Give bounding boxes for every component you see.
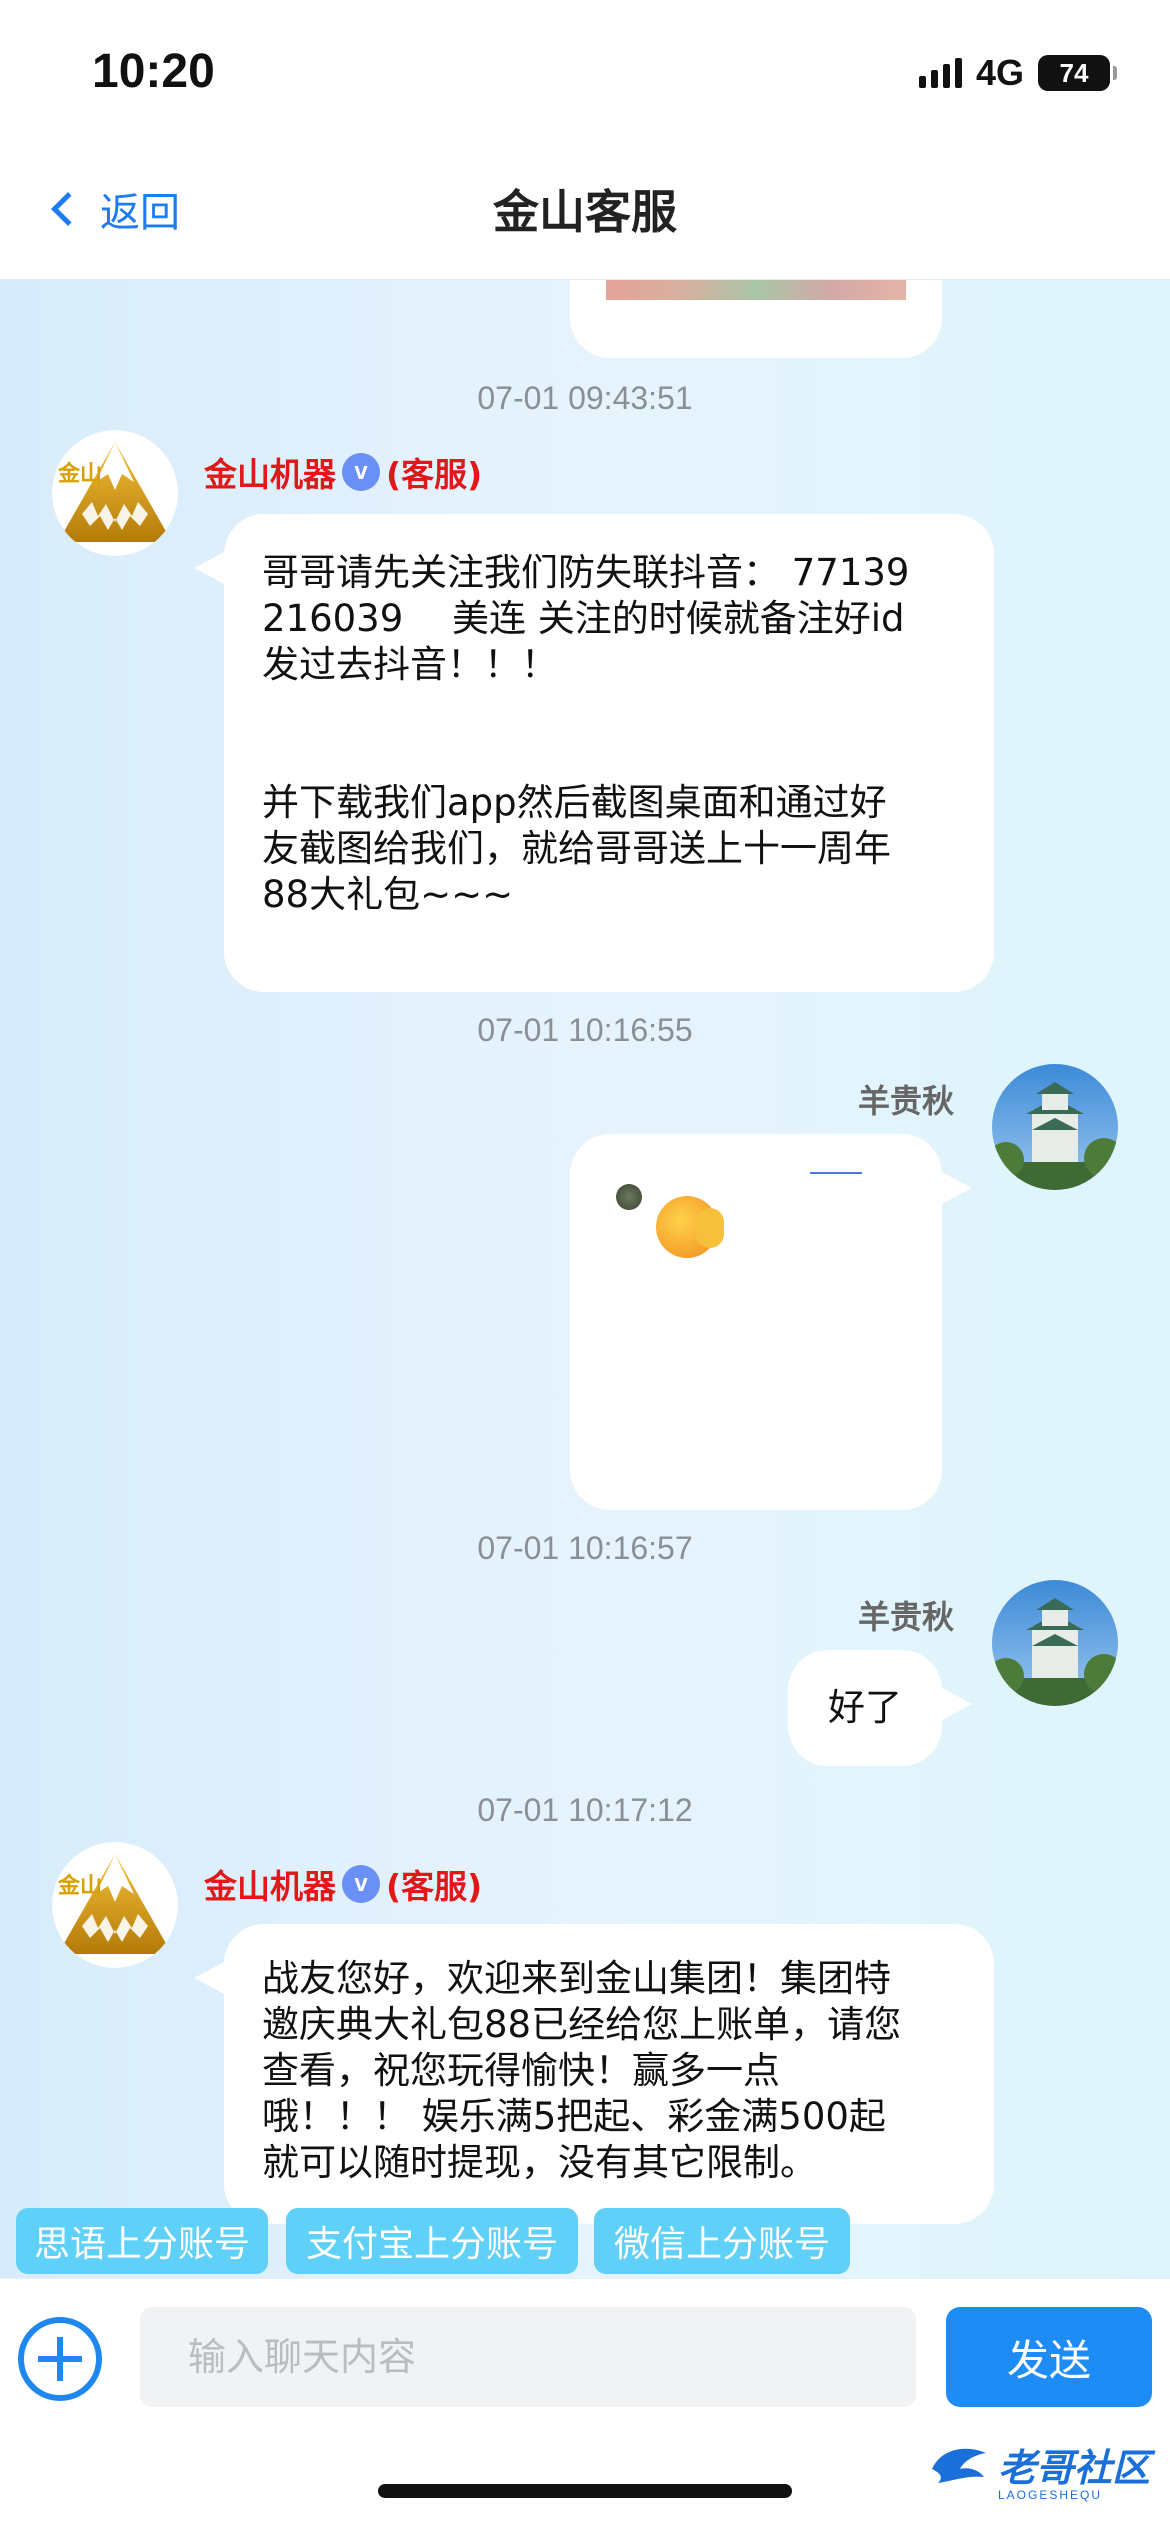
plus-icon[interactable] <box>18 2317 102 2401</box>
message-line: 就可以随时提现，没有其它限制。 <box>262 2141 817 2184</box>
message-line: 216039 美连 关注的时候就备注好id <box>262 597 905 640</box>
watermark-text: 老哥社区 <box>998 2445 1151 2490</box>
user-name: 羊贵秋 <box>858 1598 955 1636</box>
battery-icon: 74 <box>1038 55 1117 91</box>
hand-emoji-icon <box>696 1208 724 1248</box>
chat-area[interactable]: 07-01 09:43:51 金山 金山机器 v (客服) 哥哥请先关注我们防失… <box>0 280 1170 2278</box>
user-avatar[interactable] <box>992 1064 1118 1190</box>
chat-input[interactable] <box>140 2307 916 2407</box>
castle-photo-icon <box>992 1580 1118 1706</box>
quick-reply-button[interactable]: 支付宝上分账号 <box>286 2208 578 2274</box>
home-indicator[interactable] <box>378 2484 792 2498</box>
status-bar: 10:20 4G 74 <box>0 0 1170 140</box>
agent-message[interactable]: 战友您好，欢迎来到金山集团！集团特 邀庆典大礼包88已经给您上账单，请您 查看，… <box>194 1924 994 2224</box>
blurred-image <box>606 280 906 300</box>
status-time: 10:20 <box>92 45 215 98</box>
avatar-logo-text: 金山 <box>58 462 103 487</box>
quick-reply-bar: 思语上分账号 支付宝上分账号 微信上分账号 <box>0 2208 1170 2278</box>
avatar-logo-text: 金山 <box>58 1874 103 1899</box>
small-avatar-icon <box>616 1184 642 1210</box>
watermark: 老哥社区 LAOGESHEQU <box>928 2432 1160 2502</box>
timestamp: 07-01 10:16:57 <box>477 1530 693 1566</box>
status-indicators: 4G 74 <box>918 52 1117 94</box>
image-message-partial[interactable] <box>570 280 942 358</box>
agent-name: 金山机器 v (客服) <box>204 448 482 496</box>
verified-icon: v <box>342 1865 380 1903</box>
user-image-message[interactable] <box>570 1134 972 1510</box>
timestamp: 07-01 10:17:12 <box>477 1792 693 1828</box>
timestamp: 07-01 10:16:55 <box>477 1012 693 1048</box>
message-line: 查看，祝您玩得愉快！赢多一点 <box>262 2049 780 2092</box>
message-line: 哦！！！ 娱乐满5把起、彩金满500起 <box>262 2095 886 2138</box>
message-line <box>262 734 994 780</box>
quick-reply-button[interactable]: 思语上分账号 <box>16 2208 268 2274</box>
user-name: 羊贵秋 <box>858 1082 955 1120</box>
user-avatar[interactable] <box>992 1580 1118 1706</box>
message-text: 好了 <box>828 1686 902 1729</box>
mountain-logo-icon <box>52 430 178 556</box>
message-line: 发过去抖音！！！ <box>262 643 558 686</box>
user-text-message[interactable]: 好了 <box>788 1650 972 1766</box>
verified-icon: v <box>342 453 380 491</box>
signal-icon <box>918 58 962 88</box>
castle-photo-icon <box>992 1064 1118 1190</box>
watermark-subtext: LAOGESHEQU <box>998 2488 1103 2502</box>
agent-role: (客服) <box>386 455 483 494</box>
message-line <box>262 688 994 734</box>
agent-role: (客服) <box>386 1867 483 1906</box>
agent-message[interactable]: 哥哥请先关注我们防失联抖音： 77139 216039 美连 关注的时候就备注好… <box>194 514 994 992</box>
link-line <box>810 1172 862 1174</box>
dragon-logo-icon <box>932 2448 986 2483</box>
agent-avatar[interactable]: 金山 <box>52 1842 178 1968</box>
agent-name-text: 金山机器 <box>204 1867 336 1906</box>
message-line: 战友您好，欢迎来到金山集团！集团特 <box>262 1957 891 2000</box>
agent-name-text: 金山机器 <box>204 455 336 494</box>
message-line: 88大礼包~~~ <box>262 873 514 916</box>
agent-avatar[interactable]: 金山 <box>52 430 178 556</box>
page-title: 金山客服 <box>493 185 677 239</box>
nav-bar: 返回 金山客服 <box>0 140 1170 280</box>
message-line: 友截图给我们，就给哥哥送上十一周年 <box>262 827 891 870</box>
quick-reply-button[interactable]: 微信上分账号 <box>594 2208 850 2274</box>
message-line: 并下载我们app然后截图桌面和通过好 <box>262 781 887 824</box>
message-line: 邀庆典大礼包88已经给您上账单，请您 <box>262 2003 902 2046</box>
agent-name: 金山机器 v (客服) <box>204 1860 482 1908</box>
network-type: 4G <box>975 52 1024 93</box>
timestamp: 07-01 09:43:51 <box>477 380 693 416</box>
message-line: 哥哥请先关注我们防失联抖音： 77139 <box>262 551 910 594</box>
mountain-logo-icon <box>52 1842 178 1968</box>
battery-level: 74 <box>1059 57 1089 88</box>
send-button[interactable]: 发送 <box>946 2307 1152 2407</box>
